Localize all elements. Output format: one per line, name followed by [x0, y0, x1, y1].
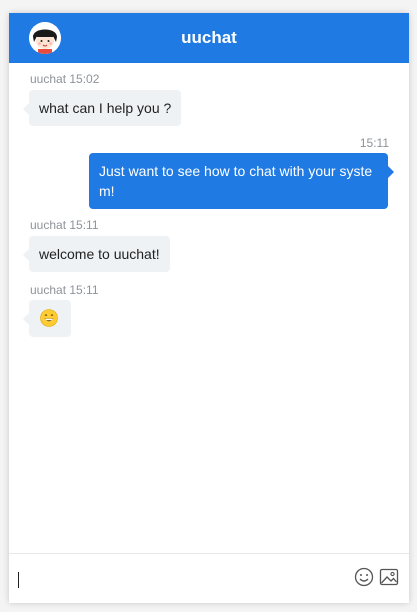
- smiley-icon[interactable]: [354, 567, 374, 587]
- message-meta: uuchat 15:02: [30, 72, 100, 86]
- message-input[interactable]: [9, 554, 339, 603]
- chat-title: uuchat: [181, 28, 237, 47]
- grinning-emoji-icon: [40, 309, 58, 327]
- agent-message-bubble: [23, 300, 71, 337]
- text-cursor: [18, 572, 19, 588]
- agent-message-bubble: what can I help you ?: [22, 90, 182, 126]
- image-upload-icon[interactable]: [379, 567, 399, 587]
- message-composer: [9, 553, 409, 603]
- message-meta: uuchat 15:11: [30, 218, 99, 232]
- chat-header: uuchat: [9, 13, 409, 63]
- message-list[interactable]: uuchat 15:02 what can I help you ? 15:11…: [9, 63, 409, 553]
- user-message-bubble: Just want to see how to chat with your s…: [89, 153, 394, 209]
- agent-message-bubble: welcome to uuchat!: [23, 236, 170, 272]
- message-meta: 15:11: [359, 136, 389, 150]
- chat-window: uuchat uuchat 15:02 what can I help you …: [9, 13, 409, 603]
- message-meta: uuchat 15:11: [30, 283, 99, 297]
